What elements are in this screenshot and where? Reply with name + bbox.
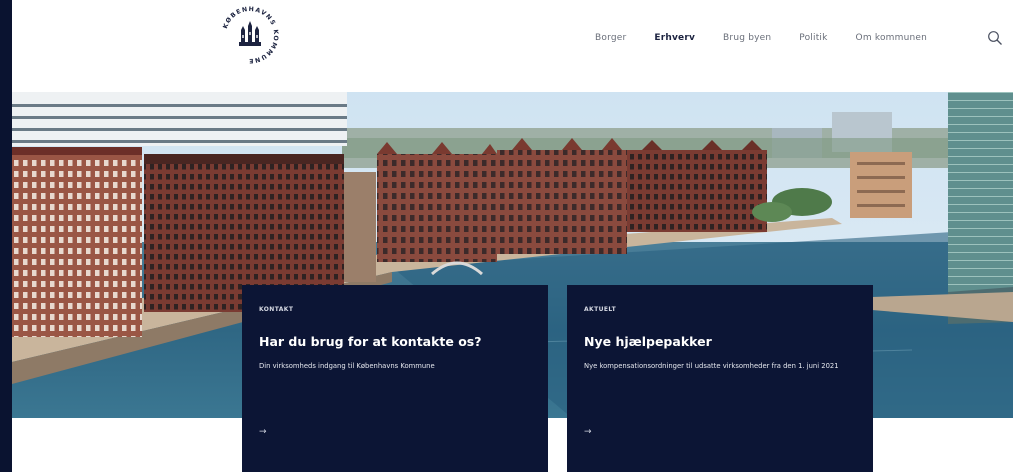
card-news[interactable]: AKTUELT Nye hjælpepakker Nye kompensatio… — [567, 285, 873, 472]
card-kicker: KONTAKT — [259, 306, 294, 313]
main-nav: Borger Erhverv Brug byen Politik Om komm… — [595, 33, 955, 43]
card-description: Din virksomheds indgang til Københavns K… — [259, 362, 435, 370]
city-logo[interactable]: KØBENHAVNS KOMMUNE — [217, 2, 283, 68]
card-title[interactable]: Har du brug for at kontakte os? — [259, 334, 482, 349]
nav-item-brug-byen[interactable]: Brug byen — [723, 33, 771, 43]
site-header: KØBENHAVNS KOMMUNE Borger Erhverv Brug b… — [12, 0, 1013, 92]
card-contact[interactable]: KONTAKT Har du brug for at kontakte os? … — [242, 285, 548, 472]
nav-item-politik[interactable]: Politik — [799, 33, 827, 43]
arrow-right-icon[interactable]: → — [584, 427, 592, 437]
search-icon[interactable] — [987, 30, 1003, 46]
page: KØBENHAVNS KOMMUNE Borger Erhverv Brug b… — [12, 0, 1013, 472]
card-title[interactable]: Nye hjælpepakker — [584, 334, 712, 349]
card-description: Nye kompensationsordninger til udsatte v… — [584, 362, 839, 370]
nav-item-erhverv[interactable]: Erhverv — [654, 33, 695, 43]
nav-item-om-kommunen[interactable]: Om kommunen — [856, 33, 928, 43]
card-kicker: AKTUELT — [584, 306, 617, 313]
arrow-right-icon[interactable]: → — [259, 427, 267, 437]
nav-item-borger[interactable]: Borger — [595, 33, 626, 43]
